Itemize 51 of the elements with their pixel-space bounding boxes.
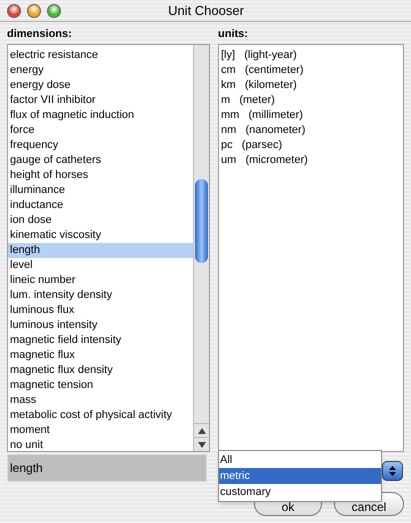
scrollbar[interactable] (193, 45, 209, 451)
dimension-item[interactable]: inductance (8, 198, 193, 213)
dimension-item[interactable]: metabolic cost of physical activity (8, 408, 193, 423)
dimension-item[interactable]: moment (8, 423, 193, 438)
unit-item[interactable]: pc (parsec) (219, 138, 403, 153)
dimension-item[interactable]: illuminance (8, 183, 193, 198)
down-arrow-icon (198, 442, 206, 448)
dimension-item[interactable]: frequency (8, 138, 193, 153)
dimension-item[interactable]: mass (8, 393, 193, 408)
close-icon[interactable] (7, 4, 21, 18)
window-title: Unit Chooser (167, 2, 245, 20)
dimension-item[interactable]: magnetic field intensity (8, 333, 193, 348)
menu-option[interactable]: All (219, 452, 381, 468)
dimension-item[interactable]: electric resistance (8, 48, 193, 63)
dimension-item[interactable]: magnetic flux (8, 348, 193, 363)
scrollbar-thumb[interactable] (195, 179, 208, 263)
dimension-item[interactable]: energy (8, 63, 193, 78)
units-label: units: (218, 27, 249, 42)
stepper-button[interactable] (382, 461, 403, 481)
unit-item[interactable]: um (micrometer) (219, 153, 403, 168)
dimension-item[interactable]: gauge of catheters (8, 153, 193, 168)
selection-field[interactable]: length (7, 454, 207, 482)
dimensions-label: dimensions: (7, 27, 73, 42)
scroll-up-button[interactable] (194, 423, 209, 437)
up-down-arrows-icon (389, 466, 396, 476)
unit-item[interactable]: nm (nanometer) (219, 123, 403, 138)
dimension-item[interactable]: height of horses (8, 168, 193, 183)
dimension-item[interactable]: level (8, 258, 193, 273)
dimension-item[interactable]: luminous intensity (8, 318, 193, 333)
dimension-item[interactable]: energy dose (8, 78, 193, 93)
dimension-item[interactable]: ion dose (8, 213, 193, 228)
dimension-item[interactable]: magnetic tension (8, 378, 193, 393)
dimension-item[interactable]: magnetic flux density (8, 363, 193, 378)
dimension-item[interactable]: lineic number (8, 273, 193, 288)
up-arrow-icon (198, 428, 206, 434)
dimension-item[interactable]: factor VII inhibitor (8, 93, 193, 108)
dimension-item[interactable]: flux of magnetic induction (8, 108, 193, 123)
dimension-item[interactable]: kinematic viscosity (8, 228, 193, 243)
menu-option[interactable]: metric (219, 468, 381, 484)
unit-item[interactable]: m (meter) (219, 93, 403, 108)
unit-item[interactable]: [ly] (light-year) (219, 48, 403, 63)
unit-item[interactable]: km (kilometer) (219, 78, 403, 93)
dimension-item[interactable]: force (8, 123, 193, 138)
dimension-item[interactable]: lum. intensity density (8, 288, 193, 303)
unit-item[interactable]: mm (millimeter) (219, 108, 403, 123)
dimension-item[interactable]: no unit (8, 438, 193, 451)
zoom-icon[interactable] (47, 4, 61, 18)
dimension-item[interactable]: length (8, 243, 193, 258)
dimension-item[interactable]: luminous flux (8, 303, 193, 318)
unit-item[interactable]: cm (centimeter) (219, 63, 403, 78)
minimize-icon[interactable] (27, 4, 41, 18)
